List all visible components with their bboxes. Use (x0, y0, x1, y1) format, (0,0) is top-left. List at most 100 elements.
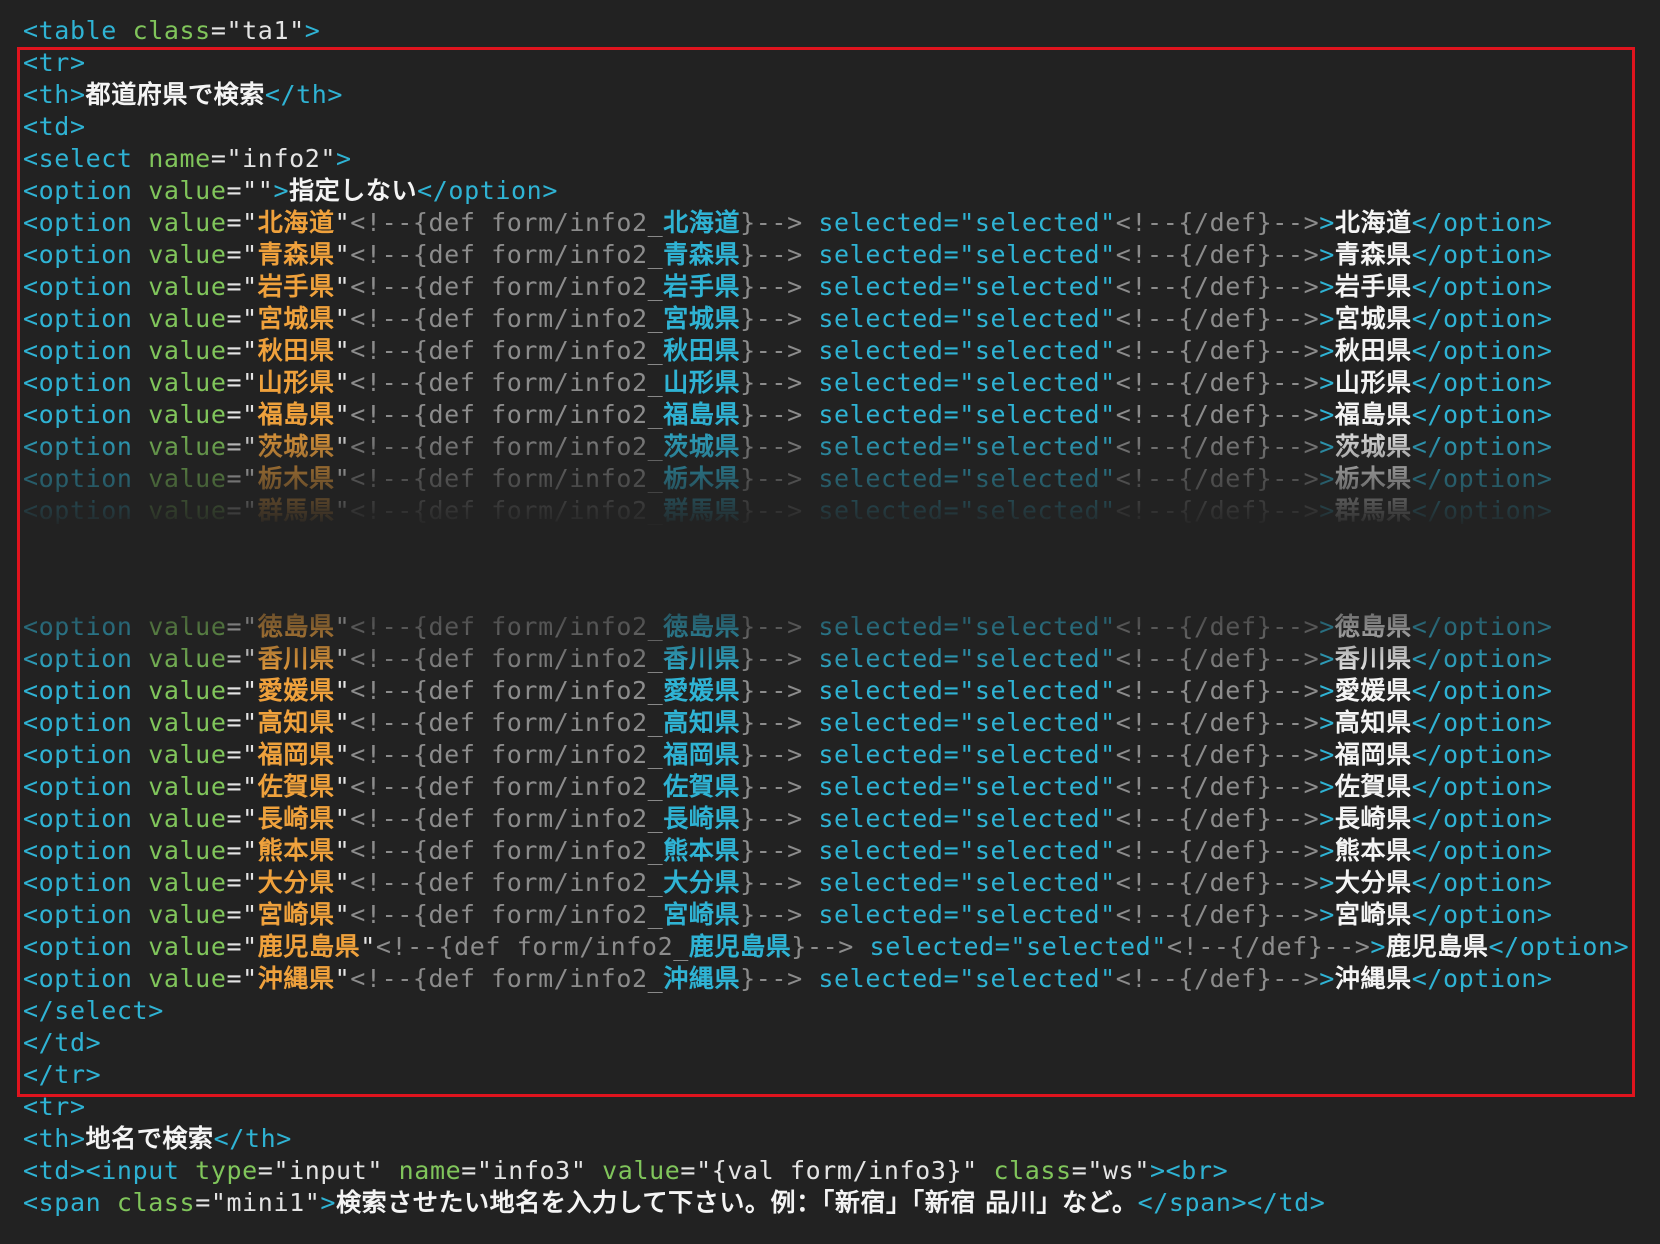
option-text-token: 鹿児島県 (1386, 932, 1489, 961)
code-line-option: <option value="福岡県"<!--{def form/info2_福… (23, 739, 1653, 771)
tag-token: <th> (23, 80, 86, 109)
comment-token: }--> (740, 900, 803, 929)
option-value-token: 長崎県 (257, 804, 335, 833)
attribute-token: value (148, 176, 227, 205)
comment-token: }--> (791, 932, 854, 961)
attribute-token: value (148, 644, 227, 673)
tag-token: <option (23, 836, 149, 865)
tag-token: > (1319, 400, 1335, 429)
comment-token: }--> (740, 528, 803, 557)
comment-token: }--> (740, 336, 803, 365)
tag-token: > (1319, 304, 1335, 333)
selected-attr-token: selected="selected" (802, 772, 1116, 801)
tag-token: > (273, 176, 290, 205)
tag-token: > (1319, 336, 1335, 365)
code-editor[interactable]: <table class="ta1"> <tr> <th>都道府県で検索</th… (23, 15, 1653, 1219)
equals-token: = (226, 612, 243, 641)
equals-token: = (226, 804, 243, 833)
attribute-token: value (148, 208, 227, 237)
option-text-token: 福島県 (1334, 400, 1412, 429)
tag-token: > (304, 16, 321, 45)
tag-token: </td> (23, 1028, 102, 1057)
tag-token: </option> (1411, 432, 1553, 461)
equals-token: = (226, 304, 243, 333)
quote-token: " (242, 708, 258, 737)
comment-token: }--> (740, 836, 803, 865)
selected-attr-token: selected="selected" (802, 676, 1116, 705)
tag-token: <option (23, 336, 149, 365)
code-line-td-open: <td> (23, 111, 1653, 143)
code-line-option: <option value="群馬県"<!--{def form/info2_群… (23, 495, 1653, 527)
attribute-token: value (148, 304, 227, 333)
equals-token: = (226, 676, 243, 705)
attribute-token: value (148, 368, 227, 397)
tag-token: <option (23, 964, 149, 993)
option-value-token: 茨城県 (257, 432, 335, 461)
equals-token: = (226, 644, 243, 673)
tag-token: > (1319, 772, 1335, 801)
option-text-token: 香川県 (1334, 644, 1412, 673)
comment-key-token: 福岡県 (663, 740, 741, 769)
tag-token: <option (23, 432, 149, 461)
equals-token: = (226, 528, 243, 557)
attribute-token: value (148, 740, 227, 769)
comment-token: <!--{def form/info2_ (350, 836, 664, 865)
attribute-token: value (148, 496, 227, 525)
option-value-token: 宮崎県 (257, 900, 335, 929)
tag-token: <option (23, 528, 149, 557)
option-text-token: 佐賀県 (1334, 772, 1412, 801)
option-text-token: 高知県 (1334, 708, 1412, 737)
tag-token: > (1319, 432, 1335, 461)
attribute-token: value (148, 432, 227, 461)
quote-token: " (242, 400, 258, 429)
equals-token: = (226, 464, 243, 493)
option-value-token: 宮城県 (257, 304, 335, 333)
tag-token: </option> (1411, 772, 1553, 801)
selected-attr-token: selected="selected" (802, 612, 1116, 641)
option-value-token: 大分県 (257, 868, 335, 897)
comment-token: }--> (740, 964, 803, 993)
comment-key-token: 愛媛県 (663, 676, 741, 705)
option-text-token: 茨城県 (1334, 432, 1412, 461)
quote-token: " (334, 240, 351, 269)
tag-token: </option> (1411, 240, 1553, 269)
code-line-option: <option value="山形県"<!--{def form/info2_山… (23, 367, 1653, 399)
comment-token: }--> (740, 496, 803, 525)
option-text-token: 群馬県 (1334, 496, 1412, 525)
quote-token: " (334, 964, 351, 993)
quote-token: " (242, 868, 258, 897)
tag-token: </option> (1411, 836, 1553, 865)
comment-token: <!--{def form/info2_ (350, 464, 664, 493)
equals-token: = (226, 772, 243, 801)
selected-attr-token: selected="selected" (802, 868, 1116, 897)
quote-token: " (242, 740, 258, 769)
string-token: "{val form/info3}" (696, 1156, 978, 1185)
code-line-th-prefecture: <th>都道府県で検索</th> (23, 79, 1653, 111)
option-text-token: 栃木県 (1334, 464, 1412, 493)
attribute-token: value (148, 772, 227, 801)
quote-token: " (334, 336, 351, 365)
tag-token: > (1319, 272, 1335, 301)
tag-token: </option> (1411, 644, 1553, 673)
tag-token: <option (23, 240, 149, 269)
tag-token: </option> (1411, 368, 1553, 397)
selected-attr-token: selected="selected" (802, 304, 1116, 333)
comment-token: <!--{def form/info2_ (350, 708, 664, 737)
comment-token: <!--{def form/info2_ (350, 676, 664, 705)
comment-key-token: 栃木県 (663, 464, 741, 493)
comment-token: <!--{/def}--> (1115, 644, 1320, 673)
code-line-option: <option value="長崎県"<!--{def form/info2_長… (23, 803, 1653, 835)
option-text-token: 北海道 (1334, 208, 1412, 237)
tag-token: </option> (1411, 336, 1553, 365)
equals-token: = (226, 868, 243, 897)
quote-token: " (242, 676, 258, 705)
equals-token: = (210, 144, 227, 173)
selected-attr-token: selected="selected" (802, 496, 1116, 525)
comment-key-token: 佐賀県 (663, 772, 741, 801)
equals-token: = (226, 272, 243, 301)
tag-token: <option (23, 208, 149, 237)
equals-token: = (226, 432, 243, 461)
quote-token: " (242, 644, 258, 673)
code-line-option: <option value="香川県"<!--{def form/info2_香… (23, 643, 1653, 675)
quote-token: " (334, 900, 351, 929)
